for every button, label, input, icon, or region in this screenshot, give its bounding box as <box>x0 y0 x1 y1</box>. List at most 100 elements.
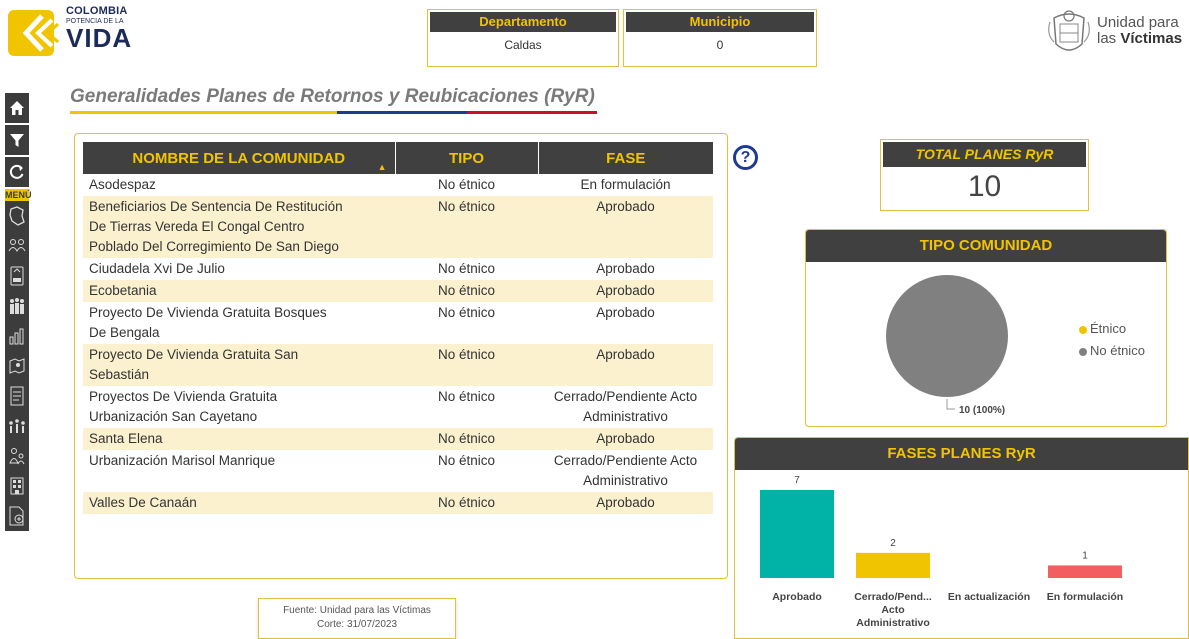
cell-tipo: No étnico <box>395 196 538 258</box>
pie-legend: Étnico No étnico <box>1079 318 1145 362</box>
building-icon[interactable] <box>5 471 29 501</box>
communities-table: NOMBRE DE LA COMUNIDAD ▲ TIPO FASE Asodes… <box>83 142 713 514</box>
cell-tipo-line: No étnico <box>437 453 496 468</box>
menu-label: MENÚ <box>5 189 32 201</box>
cell-nombre-line: Santa Elena <box>89 431 163 446</box>
bar-chart-icon[interactable] <box>5 321 29 351</box>
ruv-document-icon[interactable] <box>5 261 29 291</box>
people-icon[interactable] <box>5 231 29 261</box>
cell-fase: Aprobado <box>538 492 713 514</box>
logo-line1: COLOMBIA <box>66 5 128 17</box>
cell-nombre-line: De Tierras Vereda El Congal Centro <box>89 219 305 234</box>
map-icon[interactable] <box>5 201 29 231</box>
filter-departamento[interactable]: Departamento Caldas <box>427 9 619 67</box>
kpi-value: 10 <box>967 170 1002 203</box>
cell-fase: Cerrado/Pendiente Acto Administrativo <box>538 450 713 492</box>
colombia-logo: COLOMBIA POTENCIA DE LA VIDA <box>8 6 158 58</box>
home-icon[interactable] <box>5 93 29 123</box>
legend-item-etnico[interactable]: Étnico <box>1079 318 1145 340</box>
bar[interactable] <box>856 552 930 578</box>
filter-departamento-value[interactable]: Caldas <box>428 32 618 58</box>
cell-fase: En formulación <box>538 174 713 196</box>
cell-fase-line: Cerrado/Pendiente Acto <box>553 453 698 468</box>
coat-of-arms-icon <box>1048 10 1090 51</box>
cell-nombre-line: Urbanización Marisol Manrique <box>89 453 276 468</box>
cell-fase: Aprobado <box>538 302 713 344</box>
agency-line2-bold: Víctimas <box>1120 30 1183 47</box>
territory-map-icon[interactable] <box>5 351 29 381</box>
column-header-fase[interactable]: FASE <box>538 142 713 174</box>
cell-nombre: Proyecto De Vivienda Gratuita San Sebasti… <box>83 344 395 386</box>
cell-tipo: No étnico <box>395 302 538 344</box>
bar-value-label: 2 <box>890 538 896 549</box>
cell-tipo-line: No étnico <box>437 495 496 510</box>
cell-fase-line: Cerrado/Pendiente Acto <box>553 389 698 404</box>
pie-data-label: 10 (100%) <box>959 405 1005 416</box>
cell-tipo: No étnico <box>395 492 538 514</box>
table-row[interactable]: Asodespaz No étnico En formulación <box>83 174 713 196</box>
cell-nombre: Proyecto De Vivienda Gratuita Bosques De … <box>83 302 395 344</box>
cell-tipo-line: No étnico <box>437 347 496 362</box>
report-icon[interactable] <box>5 381 29 411</box>
cell-nombre-line: Proyecto De Vivienda Gratuita Bosques <box>89 305 327 320</box>
filter-municipio-value[interactable]: 0 <box>624 32 816 58</box>
population-icon[interactable] <box>5 291 29 321</box>
cell-tipo: No étnico <box>395 258 538 280</box>
filter-icon[interactable] <box>5 125 29 155</box>
community-icon[interactable] <box>5 411 29 441</box>
cell-fase-line: Aprobado <box>596 261 655 276</box>
cell-fase-line: Aprobado <box>596 199 655 214</box>
cell-tipo: No étnico <box>395 174 538 196</box>
column-header-nombre[interactable]: NOMBRE DE LA COMUNIDAD ▲ <box>83 142 396 174</box>
cell-nombre-line: Ciudadela Xvi De Julio <box>89 261 225 276</box>
cell-fase-line: Aprobado <box>596 431 655 446</box>
cell-tipo-line: No étnico <box>437 305 496 320</box>
help-icon[interactable]: ? <box>733 145 758 170</box>
title-underline-blue <box>337 111 467 114</box>
table-row[interactable]: Valles De Canaán No étnico Aprobado <box>83 492 713 514</box>
column-header-tipo[interactable]: TIPO <box>395 142 539 174</box>
cell-nombre-line: Sebastián <box>89 367 150 382</box>
cell-tipo-line: No étnico <box>437 283 496 298</box>
cell-fase-line: Aprobado <box>596 347 655 362</box>
cell-nombre: Asodespaz <box>83 174 395 196</box>
legend-swatch-etnico <box>1079 325 1087 334</box>
table-row[interactable]: Ecobetania No étnico Aprobado <box>83 280 713 302</box>
cell-nombre: Santa Elena <box>83 428 395 450</box>
cell-fase: Aprobado <box>538 196 713 258</box>
cell-fase-line: Aprobado <box>596 305 655 320</box>
filter-municipio[interactable]: Municipio 0 <box>623 9 817 67</box>
table-row[interactable]: Beneficiarios De Sentencia De Restitució… <box>83 196 713 258</box>
add-document-icon[interactable] <box>5 501 29 531</box>
filter-municipio-label: Municipio <box>626 12 814 32</box>
agency-name: Unidad para las Víctimas <box>1097 15 1182 47</box>
colombia-potencia-icon <box>8 10 60 56</box>
bar-category-label: Administrativo <box>856 617 930 629</box>
pie-slice-1[interactable] <box>886 275 1008 397</box>
pie-chart-title: TIPO COMUNIDAD <box>806 230 1166 262</box>
table-row[interactable]: Proyecto De Vivienda Gratuita Bosques De … <box>83 302 713 344</box>
cell-nombre: Ecobetania <box>83 280 395 302</box>
table-row[interactable]: Proyectos De Vivienda Gratuita Urbanizaci… <box>83 386 713 428</box>
table-row[interactable]: Santa Elena No étnico Aprobado <box>83 428 713 450</box>
cell-tipo-line: No étnico <box>437 199 496 214</box>
family-icon[interactable] <box>5 441 29 471</box>
cell-nombre-line: Beneficiarios De Sentencia De Restitució… <box>89 199 343 214</box>
page-title: Generalidades Planes de Retornos y Reubi… <box>70 86 595 107</box>
reset-icon[interactable] <box>5 157 29 187</box>
legend-label-etnico: Étnico <box>1090 321 1127 336</box>
logo-line3: VIDA <box>66 23 133 53</box>
table-row[interactable]: Proyecto De Vivienda Gratuita San Sebasti… <box>83 344 713 386</box>
legend-item-no-etnico[interactable]: No étnico <box>1079 340 1145 362</box>
table-row[interactable]: Ciudadela Xvi De Julio No étnico Aprobado <box>83 258 713 280</box>
source-note: Fuente: Unidad para las Víctimas Corte: … <box>258 598 456 639</box>
table-row[interactable]: Urbanización Marisol Manrique No étnico Ce… <box>83 450 713 492</box>
cell-nombre-line: Urbanización San Cayetano <box>89 409 258 424</box>
cell-nombre-line: Proyectos De Vivienda Gratuita <box>89 389 278 404</box>
bar-category-label: Aprobado <box>772 591 822 603</box>
bar[interactable] <box>760 490 834 578</box>
bar[interactable] <box>1048 565 1122 578</box>
dashboard: COLOMBIA POTENCIA DE LA VIDA Departament… <box>0 0 1189 639</box>
sort-asc-icon[interactable]: ▲ <box>378 162 387 172</box>
bar-category-label: Cerrado/Pend... <box>854 591 932 603</box>
